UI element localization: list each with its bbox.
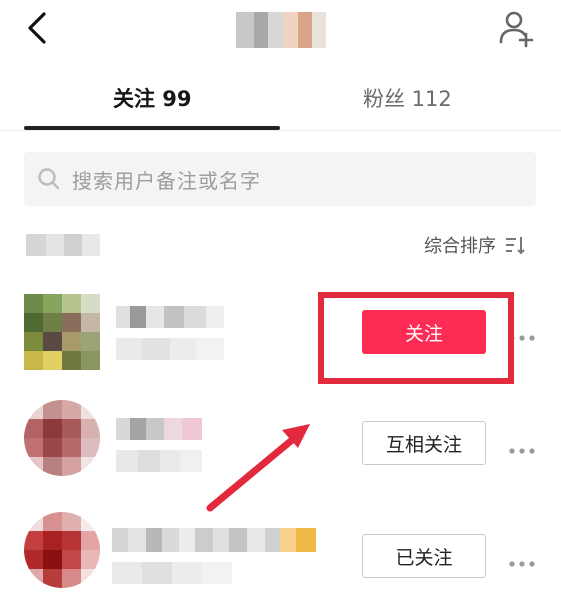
- page-title: [236, 12, 326, 48]
- add-user-icon[interactable]: [496, 8, 538, 48]
- avatar[interactable]: [24, 512, 100, 588]
- following-button[interactable]: 已关注: [362, 534, 486, 578]
- username: [112, 528, 317, 552]
- search-icon: [36, 166, 62, 192]
- user-subtitle: [116, 338, 224, 360]
- sort-label: 综合排序: [424, 236, 496, 257]
- tab-divider: [0, 130, 561, 131]
- username: [116, 306, 224, 328]
- more-options-icon[interactable]: [508, 553, 536, 567]
- section-heading: [26, 234, 100, 256]
- back-icon[interactable]: [22, 10, 58, 46]
- annotation-arrow-icon: [190, 410, 330, 520]
- annotation-highlight-box: [318, 292, 514, 384]
- user-subtitle: [112, 562, 232, 584]
- tab-following[interactable]: 关注 99: [113, 84, 192, 114]
- more-options-icon[interactable]: [508, 440, 536, 454]
- sort-button[interactable]: 综合排序: [424, 232, 526, 258]
- search-placeholder: 搜索用户备注或名字: [72, 168, 261, 193]
- avatar[interactable]: [24, 400, 100, 476]
- sort-icon: [504, 235, 526, 255]
- tab-followers[interactable]: 粉丝 112: [363, 84, 452, 114]
- avatar[interactable]: [24, 294, 100, 370]
- mutual-follow-button[interactable]: 互相关注: [362, 421, 486, 465]
- search-input[interactable]: 搜索用户备注或名字: [24, 152, 536, 206]
